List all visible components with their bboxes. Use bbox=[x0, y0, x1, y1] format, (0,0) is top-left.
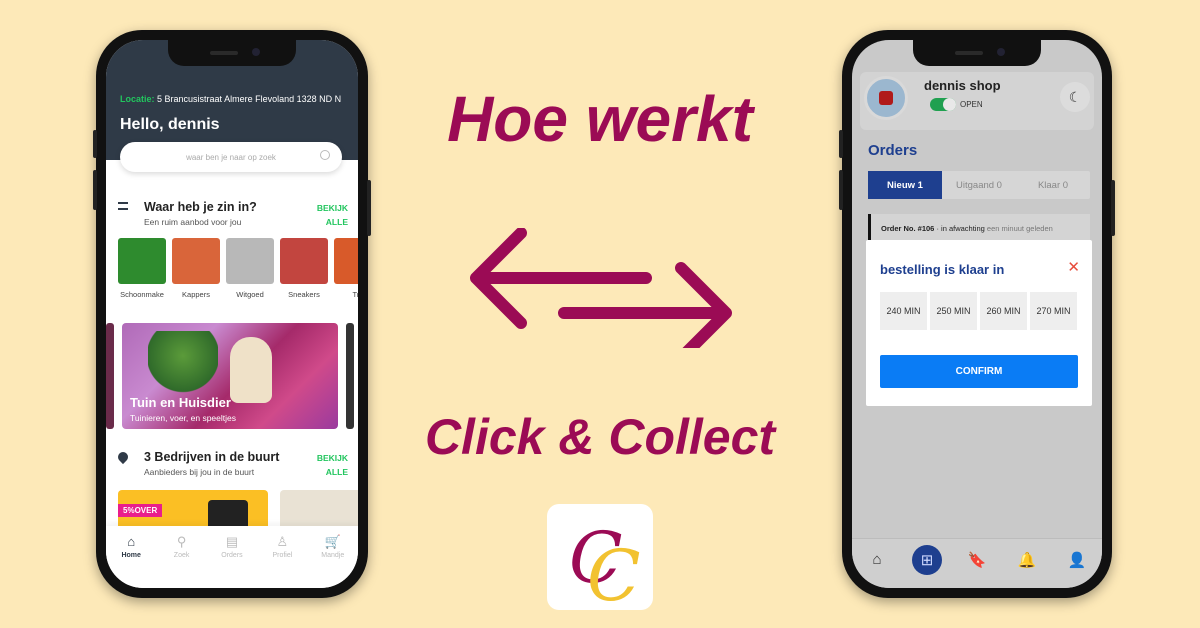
nav-label: Orders bbox=[221, 552, 243, 559]
phone-button bbox=[839, 130, 843, 158]
shop-logo-icon bbox=[879, 91, 893, 105]
nav-item-orders[interactable]: ▤ Orders bbox=[210, 534, 254, 588]
category-label: Kappers bbox=[182, 290, 210, 299]
user-icon[interactable]: 👤 bbox=[1062, 545, 1092, 575]
greeting: Hello, dennis bbox=[120, 116, 220, 133]
phone-button bbox=[93, 130, 97, 158]
grid-icon[interactable]: ⊞ bbox=[912, 544, 942, 575]
search-icon: ⚲ bbox=[176, 534, 187, 549]
carousel-next-card[interactable] bbox=[346, 323, 354, 429]
menu-icon bbox=[118, 202, 128, 210]
nav-label: Profiel bbox=[272, 552, 293, 559]
home-icon[interactable]: ⌂ bbox=[862, 545, 892, 575]
time-options: 240 MIN 250 MIN 260 MIN 270 MIN bbox=[880, 292, 1077, 330]
phone-button bbox=[839, 170, 843, 210]
bottom-nav: ⌂ Home ⚲ Zoek ▤ Orders ♙ Profiel 🛒 Mandje bbox=[106, 526, 358, 588]
customer-app-screen: Locatie: 5 Brancusistraat Almere Flevola… bbox=[106, 40, 358, 588]
confirm-button[interactable]: CONFIRM bbox=[880, 355, 1078, 388]
nav-item-home[interactable]: ⌂ Home bbox=[109, 534, 153, 588]
bell-icon[interactable]: 🔔 bbox=[1012, 545, 1042, 575]
nav-item-profiel[interactable]: ♙ Profiel bbox=[260, 534, 304, 588]
time-option-button[interactable]: 270 MIN bbox=[1030, 292, 1077, 330]
phone-notch bbox=[168, 40, 296, 66]
category-item[interactable]: Kappers bbox=[172, 238, 220, 299]
open-status-toggle[interactable] bbox=[930, 98, 956, 111]
orders-icon: ▤ bbox=[225, 534, 239, 549]
shop-avatar[interactable] bbox=[864, 76, 908, 120]
plant-image bbox=[148, 331, 218, 393]
banner-subtitle: Tuinieren, voer, en speeltjes bbox=[130, 413, 236, 423]
category-item[interactable]: Sneakers bbox=[280, 238, 328, 299]
tab-uitgaand[interactable]: Uitgaand 0 bbox=[942, 171, 1016, 199]
view-all-link[interactable]: BEKIJK ALLE bbox=[317, 201, 348, 229]
category-item[interactable]: Tru bbox=[334, 238, 358, 299]
profile-icon: ♙ bbox=[276, 534, 289, 549]
time-option-button[interactable]: 240 MIN bbox=[880, 292, 927, 330]
home-icon: ⌂ bbox=[127, 534, 136, 549]
dark-mode-moon-icon[interactable]: ☾ bbox=[1060, 82, 1090, 112]
nav-label: Home bbox=[121, 552, 141, 559]
phone-button bbox=[93, 170, 97, 210]
category-list: Schoonmake Kappers Witgoed Sneakers Tru bbox=[118, 238, 358, 299]
section-subtitle: Aanbieders bij jou in de buurt bbox=[144, 467, 255, 477]
location-value: 5 Brancusistraat Almere Flevoland 1328 N… bbox=[157, 94, 342, 104]
carousel-prev-card[interactable] bbox=[106, 323, 114, 429]
phone-notch bbox=[913, 40, 1041, 66]
category-image bbox=[334, 238, 358, 284]
category-image bbox=[118, 238, 166, 284]
category-item[interactable]: Schoonmake bbox=[118, 238, 166, 299]
headline-line1: Hoe werkt bbox=[447, 83, 753, 155]
search-placeholder: waar ben je naar op zoek bbox=[186, 152, 276, 162]
orders-title: Orders bbox=[868, 142, 918, 159]
time-option-button[interactable]: 260 MIN bbox=[980, 292, 1027, 330]
nav-label: Mandje bbox=[321, 552, 345, 559]
modal-title: bestelling is klaar in bbox=[880, 262, 1005, 277]
order-tabs: Nieuw 1 Uitgaand 0 Klaar 0 bbox=[868, 171, 1090, 199]
close-icon[interactable]: ✕ bbox=[1067, 258, 1080, 276]
location-pin-icon bbox=[115, 449, 131, 465]
merchant-app-screen: dennis shop OPEN ☾ Orders Nieuw 1 Uitgaan… bbox=[852, 40, 1102, 588]
customer-phone: Locatie: 5 Brancusistraat Almere Flevola… bbox=[93, 30, 371, 598]
cart-icon: 🛒 bbox=[324, 534, 341, 549]
tab-klaar[interactable]: Klaar 0 bbox=[1016, 171, 1090, 199]
section-subtitle: Een ruim aanbod voor jou bbox=[144, 217, 242, 227]
section-title: Waar heb je zin in? bbox=[144, 200, 257, 214]
location-line[interactable]: Locatie: 5 Brancusistraat Almere Flevola… bbox=[120, 94, 348, 104]
section-title: 3 Bedrijven in de buurt bbox=[144, 450, 280, 464]
bottom-nav: ⌂ ⊞ 🔖 🔔 👤 bbox=[852, 538, 1102, 588]
category-label: Schoonmake bbox=[120, 290, 164, 299]
category-label: Witgoed bbox=[236, 290, 264, 299]
category-item[interactable]: Witgoed bbox=[226, 238, 274, 299]
banner-title: Tuin en Huisdier bbox=[130, 395, 231, 410]
shop-name: dennis shop bbox=[924, 78, 1001, 93]
merchant-phone: dennis shop OPEN ☾ Orders Nieuw 1 Uitgaan… bbox=[839, 30, 1115, 598]
phone-button bbox=[1111, 180, 1115, 236]
view-all-link[interactable]: BEKIJK ALLE bbox=[317, 451, 348, 479]
tab-nieuw[interactable]: Nieuw 1 bbox=[868, 171, 942, 199]
exchange-arrows-icon bbox=[470, 228, 732, 348]
category-image bbox=[226, 238, 274, 284]
category-label: Sneakers bbox=[288, 290, 320, 299]
promo-badge: 5%OVER bbox=[118, 504, 163, 517]
ready-time-modal: bestelling is klaar in ✕ 240 MIN 250 MIN 2… bbox=[866, 240, 1092, 406]
search-input[interactable]: waar ben je naar op zoek bbox=[120, 142, 342, 172]
location-label: Locatie: bbox=[120, 94, 155, 104]
category-image bbox=[280, 238, 328, 284]
nav-item-mandje[interactable]: 🛒 Mandje bbox=[311, 534, 355, 588]
open-status-label: OPEN bbox=[960, 100, 983, 109]
headline-line2: Click & Collect bbox=[424, 409, 776, 465]
nav-label: Zoek bbox=[173, 552, 190, 559]
logo-letter-c2: C bbox=[587, 535, 641, 610]
search-icon[interactable] bbox=[320, 150, 330, 160]
phone-button bbox=[367, 180, 371, 236]
category-label: Tru bbox=[352, 290, 359, 299]
nav-item-zoek[interactable]: ⚲ Zoek bbox=[160, 534, 204, 588]
category-image bbox=[172, 238, 220, 284]
app-logo: C C bbox=[547, 504, 653, 617]
time-option-button[interactable]: 250 MIN bbox=[930, 292, 977, 330]
category-banner[interactable]: Tuin en Huisdier Tuinieren, voer, en spe… bbox=[122, 323, 338, 429]
dog-image bbox=[230, 337, 272, 403]
bookmark-icon[interactable]: 🔖 bbox=[962, 545, 992, 575]
